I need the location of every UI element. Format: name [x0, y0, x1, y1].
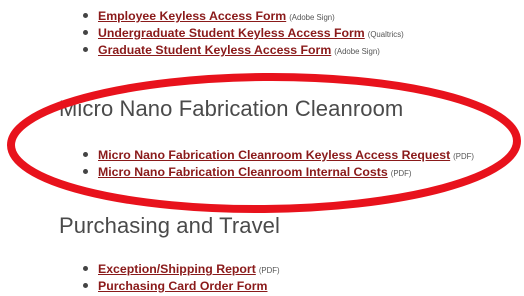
bullet-icon	[83, 13, 88, 18]
list-item: Micro Nano Fabrication Cleanroom Keyless…	[79, 146, 474, 163]
purchasing-links-list: Exception/Shipping Report (PDF) Purchasin…	[79, 260, 280, 294]
keyless-access-forms-list: Employee Keyless Access Form (Adobe Sign)…	[79, 7, 404, 58]
list-item: Graduate Student Keyless Access Form (Ado…	[79, 41, 404, 58]
list-item: Undergraduate Student Keyless Access For…	[79, 24, 404, 41]
employee-keyless-access-form-link[interactable]: Employee Keyless Access Form	[98, 9, 286, 23]
graduate-keyless-access-form-link[interactable]: Graduate Student Keyless Access Form	[98, 43, 331, 57]
list-item: Micro Nano Fabrication Cleanroom Interna…	[79, 163, 474, 180]
file-type-note: (PDF)	[453, 152, 474, 161]
form-note: (Adobe Sign)	[289, 13, 335, 22]
list-item: Employee Keyless Access Form (Adobe Sign)	[79, 7, 404, 24]
file-type-note: (PDF)	[390, 169, 412, 178]
list-item: Purchasing Card Order Form	[79, 277, 280, 294]
exception-shipping-report-link[interactable]: Exception/Shipping Report	[98, 262, 256, 276]
bullet-icon	[83, 169, 88, 174]
bullet-icon	[83, 47, 88, 52]
bullet-icon	[83, 152, 88, 157]
cleanroom-section-heading: Micro Nano Fabrication Cleanroom	[59, 96, 404, 121]
file-type-note: (PDF)	[258, 266, 280, 275]
list-item: Exception/Shipping Report (PDF)	[79, 260, 280, 277]
form-note: (Adobe Sign)	[334, 47, 380, 56]
cleanroom-links-list: Micro Nano Fabrication Cleanroom Keyless…	[79, 146, 474, 180]
cleanroom-internal-costs-link[interactable]: Micro Nano Fabrication Cleanroom Interna…	[98, 165, 388, 179]
undergraduate-keyless-access-form-link[interactable]: Undergraduate Student Keyless Access For…	[98, 26, 365, 40]
form-note: (Qualtrics)	[367, 30, 404, 39]
bullet-icon	[83, 283, 88, 288]
bullet-icon	[83, 30, 88, 35]
cleanroom-keyless-access-request-link[interactable]: Micro Nano Fabrication Cleanroom Keyless…	[98, 148, 450, 162]
purchasing-section-heading: Purchasing and Travel	[59, 213, 281, 238]
purchasing-card-order-form-link[interactable]: Purchasing Card Order Form	[98, 279, 267, 293]
bullet-icon	[83, 266, 88, 271]
